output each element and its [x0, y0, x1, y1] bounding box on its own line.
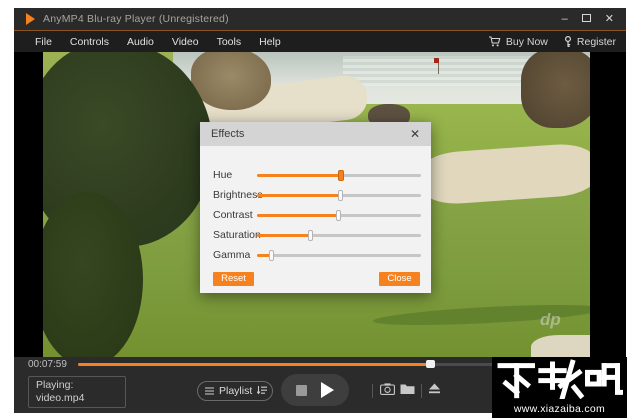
close-button[interactable]: ✕ — [605, 14, 614, 25]
eject-button[interactable] — [428, 383, 441, 394]
key-icon — [564, 36, 572, 48]
maximize-button[interactable] — [582, 14, 591, 25]
hue-slider-row: Hue — [213, 168, 421, 182]
watermark-text: 下载吧 — [559, 357, 560, 358]
screenshot-page: AnyMP4 Blu-ray Player (Unregistered) – ✕… — [0, 0, 627, 418]
effects-dialog-header[interactable]: Effects ✕ — [200, 122, 431, 146]
now-playing-label: Playing: — [36, 379, 118, 392]
menu-items: File Controls Audio Video Tools Help — [26, 33, 290, 51]
playlist-order-icon — [257, 382, 267, 400]
transport-pill — [281, 374, 349, 406]
minimize-button[interactable]: – — [562, 14, 568, 25]
video-flag — [434, 58, 439, 63]
contrast-slider-row: Contrast — [213, 208, 421, 222]
menu-tools[interactable]: Tools — [208, 33, 251, 51]
gamma-label: Gamma — [213, 249, 257, 261]
window-title: AnyMP4 Blu-ray Player (Unregistered) — [43, 13, 562, 25]
effects-dialog: Effects ✕ Hue Brightness Contrast Satura… — [200, 122, 431, 293]
menu-file[interactable]: File — [26, 33, 61, 51]
maximize-icon — [582, 14, 591, 22]
site-watermark: 下载吧 www.xiazaiba.com — [492, 357, 627, 418]
cart-icon — [488, 36, 501, 47]
brightness-label: Brightness — [213, 189, 257, 201]
menu-audio[interactable]: Audio — [118, 33, 163, 51]
close-effects-button[interactable]: Close — [379, 272, 420, 286]
window-controls: – ✕ — [562, 14, 618, 25]
snapshot-button[interactable] — [380, 383, 395, 395]
hue-label: Hue — [213, 169, 257, 181]
effects-dialog-footer: Reset Close — [200, 272, 431, 286]
effects-dialog-close-icon[interactable]: ✕ — [410, 128, 420, 140]
watermark-url: www.xiazaiba.com — [514, 403, 605, 415]
effects-dialog-body: Hue Brightness Contrast Saturation Gamma — [200, 146, 431, 262]
open-folder-button[interactable] — [400, 383, 415, 395]
seek-bar-thumb[interactable] — [426, 360, 435, 368]
watermark-glyphs-icon — [497, 359, 623, 404]
gamma-slider-row: Gamma — [213, 248, 421, 262]
contrast-label: Contrast — [213, 209, 257, 221]
contrast-slider-thumb[interactable] — [336, 210, 341, 221]
elapsed-time: 00:07:59 — [28, 359, 76, 370]
menu-bar: File Controls Audio Video Tools Help Buy… — [14, 31, 626, 52]
toolbar-divider — [421, 384, 422, 398]
effects-dialog-title: Effects — [211, 128, 410, 140]
stop-button[interactable] — [296, 385, 307, 396]
buy-now-button[interactable]: Buy Now — [488, 36, 548, 48]
gamma-slider-thumb[interactable] — [269, 250, 274, 261]
contrast-slider[interactable] — [257, 214, 421, 217]
video-dp-watermark: dp — [540, 310, 561, 330]
hue-slider-thumb[interactable] — [338, 170, 344, 181]
brightness-slider-thumb[interactable] — [338, 190, 343, 201]
saturation-slider[interactable] — [257, 234, 421, 237]
saturation-label: Saturation — [213, 229, 257, 241]
video-bunker-corner — [531, 335, 590, 357]
menu-controls[interactable]: Controls — [61, 33, 118, 51]
toolbar-divider — [372, 384, 373, 398]
saturation-slider-row: Saturation — [213, 228, 421, 242]
app-logo-icon — [26, 13, 35, 25]
list-icon — [205, 382, 214, 400]
video-cliffs — [521, 52, 590, 128]
saturation-slider-thumb[interactable] — [308, 230, 313, 241]
gamma-slider[interactable] — [257, 254, 421, 257]
hue-slider[interactable] — [257, 174, 421, 177]
playlist-button[interactable]: Playlist — [197, 381, 273, 401]
register-button[interactable]: Register — [564, 36, 616, 48]
menu-help[interactable]: Help — [250, 33, 290, 51]
brightness-slider[interactable] — [257, 194, 421, 197]
menubar-right: Buy Now Register — [488, 36, 616, 48]
now-playing-box: Playing: video.mp4 — [28, 376, 126, 408]
menu-video[interactable]: Video — [163, 33, 208, 51]
play-button[interactable] — [321, 382, 334, 398]
title-bar[interactable]: AnyMP4 Blu-ray Player (Unregistered) – ✕ — [14, 8, 626, 30]
seek-bar-fill — [78, 363, 430, 366]
reset-button[interactable]: Reset — [213, 272, 254, 286]
brightness-slider-row: Brightness — [213, 188, 421, 202]
playlist-label: Playlist — [219, 385, 252, 397]
now-playing-file: video.mp4 — [36, 392, 118, 405]
